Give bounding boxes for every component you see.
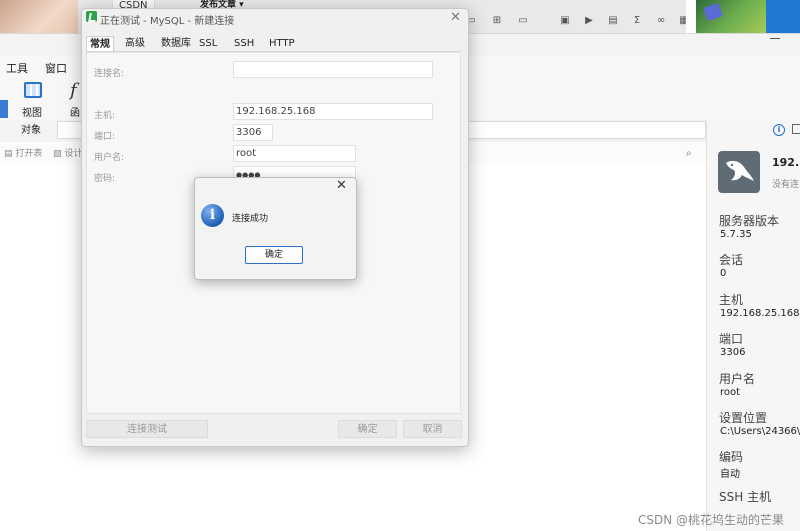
- background-photo: [0, 0, 78, 33]
- navicat-icon: [86, 11, 97, 22]
- design-button[interactable]: ▧ 设计: [53, 146, 82, 159]
- design-label: 设计: [64, 149, 83, 159]
- view-label: 视图: [22, 108, 42, 119]
- host-value: 192.168.25.168: [720, 308, 800, 319]
- tab-objects[interactable]: 对象: [8, 121, 54, 141]
- watermark: CSDN @桃花坞生动的芒果: [638, 513, 785, 527]
- side-banner: [766, 0, 800, 33]
- server-version-label: 服务器版本: [719, 214, 780, 228]
- mysql-logo-icon: [718, 151, 760, 193]
- message-text: 连接成功: [232, 214, 269, 224]
- host-label: 主机: [719, 293, 744, 307]
- connection-name: 192.1: [772, 156, 800, 169]
- success-message-box: [194, 177, 357, 280]
- ddl-icon[interactable]: [792, 124, 800, 134]
- tab-ssl[interactable]: SSL: [196, 36, 220, 51]
- username-value: root: [720, 387, 741, 398]
- function-label: 函: [70, 108, 80, 119]
- info-circle-icon: i: [201, 204, 224, 227]
- minimize-icon[interactable]: [770, 38, 780, 39]
- menu-tools[interactable]: 工具: [6, 60, 28, 76]
- view-button[interactable]: 视图: [16, 80, 50, 119]
- host-field-label: 主机:: [94, 111, 116, 121]
- open-table-label: 打开表: [15, 149, 43, 159]
- port-field-label: 端口:: [94, 132, 116, 142]
- ribbon-accent: [0, 100, 8, 118]
- dialog-title: 正在测试 - MySQL - 新建连接: [100, 16, 235, 27]
- tab-general[interactable]: 常规: [86, 36, 114, 52]
- server-version-value: 5.7.35: [720, 229, 752, 240]
- test-connection-button[interactable]: 连接测试: [86, 420, 208, 438]
- message-close-icon[interactable]: ✕: [336, 178, 347, 193]
- formula-icon[interactable]: Σ: [630, 14, 644, 28]
- code-icon[interactable]: ▭: [516, 14, 530, 28]
- encoding-value: 自动: [720, 469, 740, 480]
- search-icon[interactable]: ⌕: [686, 148, 692, 159]
- tab-http[interactable]: HTTP: [266, 36, 298, 51]
- ssh-host-label: SSH 主机: [719, 490, 772, 504]
- host-input[interactable]: 192.168.25.168: [233, 103, 433, 120]
- dialog-tabs: 常规 高级 数据库 SSL SSH HTTP: [86, 36, 461, 52]
- username-input[interactable]: root: [233, 145, 356, 162]
- chart-icon[interactable]: ▤: [606, 14, 620, 28]
- image-icon[interactable]: ▣: [558, 14, 572, 28]
- dialog-ok-button[interactable]: 确定: [338, 420, 397, 438]
- tab-advanced[interactable]: 高级: [122, 36, 148, 51]
- password-field-label: 密码:: [94, 174, 116, 184]
- dialog-cancel-button[interactable]: 取消: [403, 420, 462, 438]
- info-icon[interactable]: i: [773, 124, 785, 136]
- insert-icon[interactable]: ⊞: [490, 14, 504, 28]
- message-ok-button[interactable]: 确定: [245, 246, 303, 264]
- link-icon[interactable]: ∞: [654, 14, 668, 28]
- tab-ssh[interactable]: SSH: [231, 36, 257, 51]
- tab-databases[interactable]: 数据库: [158, 36, 194, 51]
- grid-view-icon: [24, 82, 42, 98]
- video-icon[interactable]: ▶: [582, 14, 596, 28]
- port-value: 3306: [720, 347, 746, 358]
- dialog-close-icon[interactable]: ✕: [450, 10, 461, 25]
- session-value: 0: [720, 268, 727, 279]
- connection-name-label: 连接名:: [94, 69, 125, 79]
- port-label: 端口: [719, 332, 744, 346]
- username-label: 用户名: [719, 372, 756, 386]
- settings-location-value: C:\Users\24366\D: [720, 426, 800, 437]
- editor-toolbar: ▭ ⊞ ▭ ▣ ▶ ▤ Σ ∞ ▦: [440, 14, 688, 30]
- username-field-label: 用户名:: [94, 153, 125, 163]
- connection-status: 没有连: [772, 180, 800, 190]
- scroll-gutter: [686, 0, 696, 33]
- port-input[interactable]: 3306: [233, 124, 273, 141]
- menu-window[interactable]: 窗口: [45, 60, 67, 76]
- connection-name-input[interactable]: [233, 61, 433, 78]
- function-icon: f: [70, 80, 77, 101]
- encoding-label: 编码: [719, 450, 744, 464]
- open-table-button[interactable]: ▤ 打开表: [4, 146, 42, 159]
- session-label: 会话: [719, 253, 744, 267]
- settings-location-label: 设置位置: [719, 411, 768, 425]
